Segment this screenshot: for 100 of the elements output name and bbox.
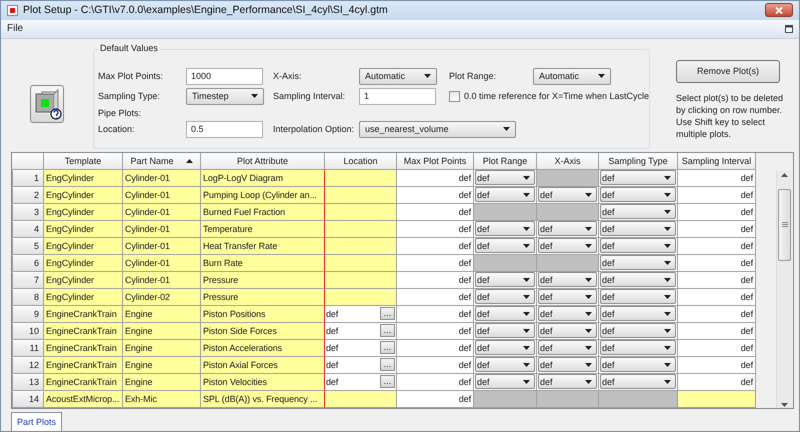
- column-header[interactable]: X-Axis: [537, 152, 599, 170]
- input-field[interactable]: 1: [359, 88, 436, 105]
- cell-dropdown[interactable]: def: [538, 272, 597, 288]
- table-cell[interactable]: def: [397, 356, 474, 374]
- row-header[interactable]: 5: [12, 238, 44, 255]
- cell-dropdown[interactable]: def: [475, 340, 535, 356]
- cell-dropdown[interactable]: def: [600, 289, 676, 304]
- cell-dropdown[interactable]: def: [600, 221, 676, 236]
- cell-dropdown[interactable]: def: [475, 221, 535, 236]
- menu-item[interactable]: File: [7, 23, 28, 34]
- cell-dropdown[interactable]: def: [600, 255, 676, 270]
- table-cell[interactable]: def: [397, 238, 474, 255]
- tab[interactable]: Part Plots: [11, 412, 62, 431]
- column-header[interactable]: Plot Attribute: [201, 152, 325, 170]
- dropdown[interactable]: Timestep: [186, 88, 264, 105]
- table-cell[interactable]: def: [678, 204, 756, 221]
- input-field[interactable]: 1000: [186, 68, 263, 85]
- cell-dropdown[interactable]: def: [600, 238, 676, 254]
- row-header[interactable]: 13: [12, 374, 44, 391]
- cell-dropdown[interactable]: def: [600, 170, 676, 186]
- table-cell[interactable]: def: [397, 374, 474, 391]
- table-cell[interactable]: def: [397, 254, 474, 272]
- table-cell[interactable]: def: [397, 322, 474, 340]
- cell-dropdown[interactable]: def: [538, 187, 597, 202]
- cell-dropdown[interactable]: def: [538, 221, 597, 236]
- cell-dropdown[interactable]: def: [538, 306, 597, 322]
- cell-dropdown[interactable]: def: [600, 323, 676, 338]
- table-cell[interactable]: def: [397, 390, 474, 408]
- table-cell[interactable]: def: [326, 342, 338, 353]
- column-header[interactable]: Template: [44, 152, 123, 170]
- cell-dropdown[interactable]: def: [475, 187, 535, 202]
- row-header[interactable]: 10: [12, 322, 44, 340]
- cell-dropdown[interactable]: def: [600, 340, 676, 356]
- cell-dropdown[interactable]: def: [538, 374, 597, 390]
- cell-dropdown[interactable]: def: [600, 306, 676, 322]
- table-cell[interactable]: def: [397, 186, 474, 204]
- table-cell[interactable]: def: [678, 306, 756, 323]
- column-header[interactable]: Sampling Interval: [678, 152, 756, 170]
- cell-dropdown[interactable]: def: [475, 374, 535, 390]
- column-header[interactable]: Location: [325, 152, 397, 170]
- table-cell[interactable]: def: [326, 376, 338, 387]
- row-header[interactable]: 7: [12, 272, 44, 289]
- table-cell[interactable]: def: [678, 374, 756, 391]
- table-cell[interactable]: def: [397, 288, 474, 306]
- cell-dropdown[interactable]: def: [475, 357, 535, 372]
- table-cell[interactable]: def: [678, 356, 756, 374]
- cell-dropdown[interactable]: def: [600, 187, 676, 202]
- column-header[interactable]: Plot Range: [474, 152, 537, 170]
- dropdown[interactable]: Automatic: [359, 68, 437, 85]
- cell-dropdown[interactable]: def: [538, 238, 597, 254]
- row-header[interactable]: 2: [12, 186, 44, 204]
- row-header[interactable]: 4: [12, 220, 44, 238]
- table-cell[interactable]: def: [326, 360, 338, 370]
- table-cell[interactable]: def: [326, 308, 338, 319]
- row-header[interactable]: 6: [12, 254, 44, 272]
- cell-dropdown[interactable]: def: [475, 170, 535, 186]
- table-cell[interactable]: def: [678, 186, 756, 204]
- row-header[interactable]: 12: [12, 356, 44, 374]
- cell-dropdown[interactable]: def: [538, 340, 597, 356]
- column-header[interactable]: Max Plot Points: [397, 152, 474, 170]
- table-cell[interactable]: def: [397, 204, 474, 221]
- cell-dropdown[interactable]: def: [600, 374, 676, 390]
- cell-dropdown[interactable]: def: [475, 272, 535, 288]
- row-header[interactable]: 11: [12, 340, 44, 357]
- table-cell[interactable]: def: [678, 288, 756, 306]
- cell-dropdown[interactable]: def: [600, 204, 676, 220]
- dropdown[interactable]: use_nearest_volume: [359, 120, 516, 138]
- cell-dropdown[interactable]: def: [475, 289, 535, 304]
- table-cell[interactable]: def: [397, 340, 474, 357]
- browse-button[interactable]: ...: [380, 324, 395, 338]
- table-cell[interactable]: def: [678, 238, 756, 255]
- row-header[interactable]: 8: [12, 288, 44, 306]
- cell-dropdown[interactable]: def: [538, 323, 597, 338]
- dropdown[interactable]: Automatic: [533, 68, 611, 85]
- table-cell[interactable]: def: [678, 220, 756, 238]
- table-cell[interactable]: def: [397, 170, 474, 187]
- cell-dropdown[interactable]: def: [538, 357, 597, 372]
- row-header[interactable]: 14: [12, 390, 44, 408]
- cell-dropdown[interactable]: def: [475, 323, 535, 338]
- cell-dropdown[interactable]: def: [475, 306, 535, 322]
- cell-dropdown[interactable]: def: [600, 357, 676, 372]
- cell-dropdown[interactable]: def: [600, 272, 676, 288]
- row-header[interactable]: 9: [12, 306, 44, 323]
- remove-plots-button[interactable]: Remove Plot(s): [676, 60, 780, 83]
- browse-button[interactable]: ...: [380, 375, 395, 388]
- row-header[interactable]: 1: [12, 170, 44, 187]
- input-field[interactable]: 0.5: [186, 120, 263, 138]
- column-header[interactable]: Sampling Type: [599, 152, 678, 170]
- table-cell[interactable]: def: [678, 340, 756, 357]
- browse-button[interactable]: ...: [380, 358, 395, 372]
- table-cell[interactable]: def: [326, 326, 338, 336]
- table-cell[interactable]: def: [678, 322, 756, 340]
- table-cell[interactable]: def: [397, 272, 474, 289]
- table-cell[interactable]: def: [678, 272, 756, 289]
- table-cell[interactable]: def: [397, 220, 474, 238]
- table-cell[interactable]: def: [397, 306, 474, 323]
- table-cell[interactable]: def: [678, 254, 756, 272]
- column-header[interactable]: Part Name: [123, 152, 201, 170]
- cell-dropdown[interactable]: def: [475, 238, 535, 254]
- cell-dropdown[interactable]: def: [538, 289, 597, 304]
